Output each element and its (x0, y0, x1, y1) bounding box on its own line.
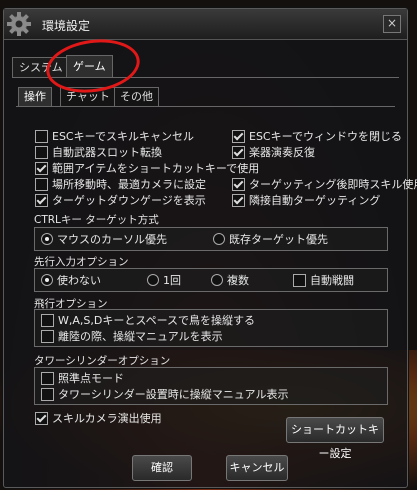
checkbox[interactable] (35, 177, 48, 191)
checkbox[interactable] (232, 177, 245, 191)
option-adjacent-auto-target[interactable]: 隣接自動ターゲッティング (232, 193, 380, 207)
checkbox[interactable] (35, 161, 48, 175)
checkbox[interactable] (232, 145, 245, 159)
subtab-divider (16, 106, 395, 107)
radio-preinput-multiple[interactable]: 複数 (211, 273, 249, 287)
title-bar[interactable]: 環境設定 × (4, 9, 407, 40)
tab-game[interactable]: ゲーム (66, 55, 113, 78)
settings-window: 環境設定 × システム ゲーム 操作 チャット その他 ESCキーでスキルキャン… (3, 8, 417, 488)
checkbox[interactable] (35, 411, 48, 425)
checkbox[interactable] (41, 329, 54, 343)
checkbox[interactable] (41, 371, 54, 385)
option-optimal-camera[interactable]: 場所移動時、最適カメラに設定 (35, 177, 206, 191)
cancel-button[interactable]: キャンセル (226, 455, 288, 481)
radio-existing-target-priority[interactable]: 既存ターゲット優先 (213, 232, 328, 246)
tower-group: 照準点モード タワーシリンダー設置時に操縦マニュアル表示 (34, 367, 388, 405)
tab-divider (12, 77, 399, 78)
checkbox[interactable] (232, 129, 245, 143)
gear-icon (7, 12, 31, 36)
window-title: 環境設定 (42, 19, 91, 33)
radio-preinput-none[interactable]: 使わない (41, 273, 101, 287)
close-button[interactable]: × (383, 15, 401, 33)
radio-preinput-once[interactable]: 1回 (147, 273, 181, 287)
shortcut-settings-button[interactable]: ショートカットキー設定 (286, 417, 384, 460)
preinput-group: 使わない 1回 複数 自動戦闘 (34, 268, 388, 292)
checkbox[interactable] (35, 193, 48, 207)
option-auto-combat[interactable]: 自動戦闘 (293, 273, 354, 287)
checkbox[interactable] (35, 129, 48, 143)
option-wasd-bird-control[interactable]: W,A,S,Dキーとスペースで鳥を操縦する (41, 313, 255, 327)
option-target-down-gauge[interactable]: ターゲットダウンゲージを表示 (35, 193, 206, 207)
checkbox[interactable] (35, 145, 48, 159)
checkbox[interactable] (232, 193, 245, 207)
checkbox[interactable] (293, 273, 306, 287)
option-instant-skill-after-target[interactable]: ターゲッティング後即時スキル使用 (232, 177, 417, 191)
subtab-controls[interactable]: 操作 (18, 87, 52, 106)
option-skill-camera[interactable]: スキルカメラ演出使用 (35, 411, 162, 425)
tab-system[interactable]: システム (12, 57, 70, 78)
ctrl-target-section-label: CTRLキー ターゲット方式 (34, 214, 159, 226)
option-esc-close-window[interactable]: ESCキーでウィンドウを閉じる (232, 129, 402, 143)
option-tower-manual[interactable]: タワーシリンダー設置時に操縦マニュアル表示 (41, 387, 288, 401)
tower-section-label: タワーシリンダーオプション (34, 355, 171, 367)
radio-button[interactable] (41, 274, 53, 286)
option-esc-skill-cancel[interactable]: ESCキーでスキルキャンセル (35, 129, 194, 143)
radio-button[interactable] (213, 233, 225, 245)
option-aim-point-mode[interactable]: 照準点モード (41, 371, 124, 385)
checkbox[interactable] (41, 313, 54, 327)
subtab-chat[interactable]: チャット (60, 87, 116, 106)
ctrl-target-group: マウスのカーソル優先 既存ターゲット優先 (34, 227, 388, 251)
option-auto-weapon-slot[interactable]: 自動武器スロット転換 (35, 145, 162, 159)
radio-mouse-cursor-priority[interactable]: マウスのカーソル優先 (41, 232, 167, 246)
preinput-section-label: 先行入力オプション (34, 256, 129, 268)
flight-group: W,A,S,Dキーとスペースで鳥を操縦する 離陸の際、操縦マニュアルを表示 (34, 309, 388, 347)
checkbox[interactable] (41, 387, 54, 401)
radio-button[interactable] (211, 274, 223, 286)
subtab-other[interactable]: その他 (114, 87, 159, 106)
radio-button[interactable] (147, 274, 159, 286)
radio-button[interactable] (41, 233, 53, 245)
option-area-item-shortcut[interactable]: 範囲アイテムをショートカットキーで使用 (35, 161, 259, 175)
option-takeoff-manual[interactable]: 離陸の際、操縦マニュアルを表示 (41, 329, 223, 343)
confirm-button[interactable]: 確認 (132, 455, 192, 481)
option-instrument-repeat[interactable]: 楽器演奏反復 (232, 145, 315, 159)
